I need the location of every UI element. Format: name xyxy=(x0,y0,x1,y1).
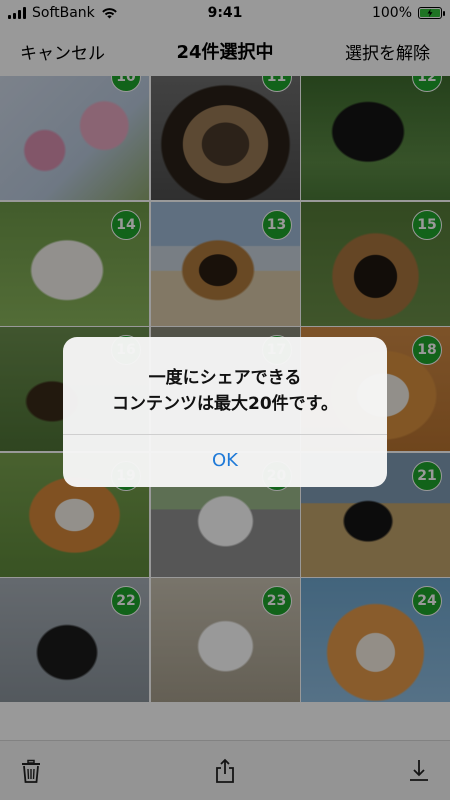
share-limit-alert: 一度にシェアできる コンテンツは最大20件です。 OK xyxy=(63,337,387,487)
alert-message-line2: コンテンツは最大20件です。 xyxy=(112,394,338,414)
photo-select-screen: SoftBank 9:41 100% キャンセル 24件選択中 選択を解除 10… xyxy=(0,0,450,800)
ok-button[interactable]: OK xyxy=(63,435,387,487)
alert-message: 一度にシェアできる コンテンツは最大20件です。 xyxy=(63,337,387,417)
alert-message-line1: 一度にシェアできる xyxy=(148,368,302,388)
